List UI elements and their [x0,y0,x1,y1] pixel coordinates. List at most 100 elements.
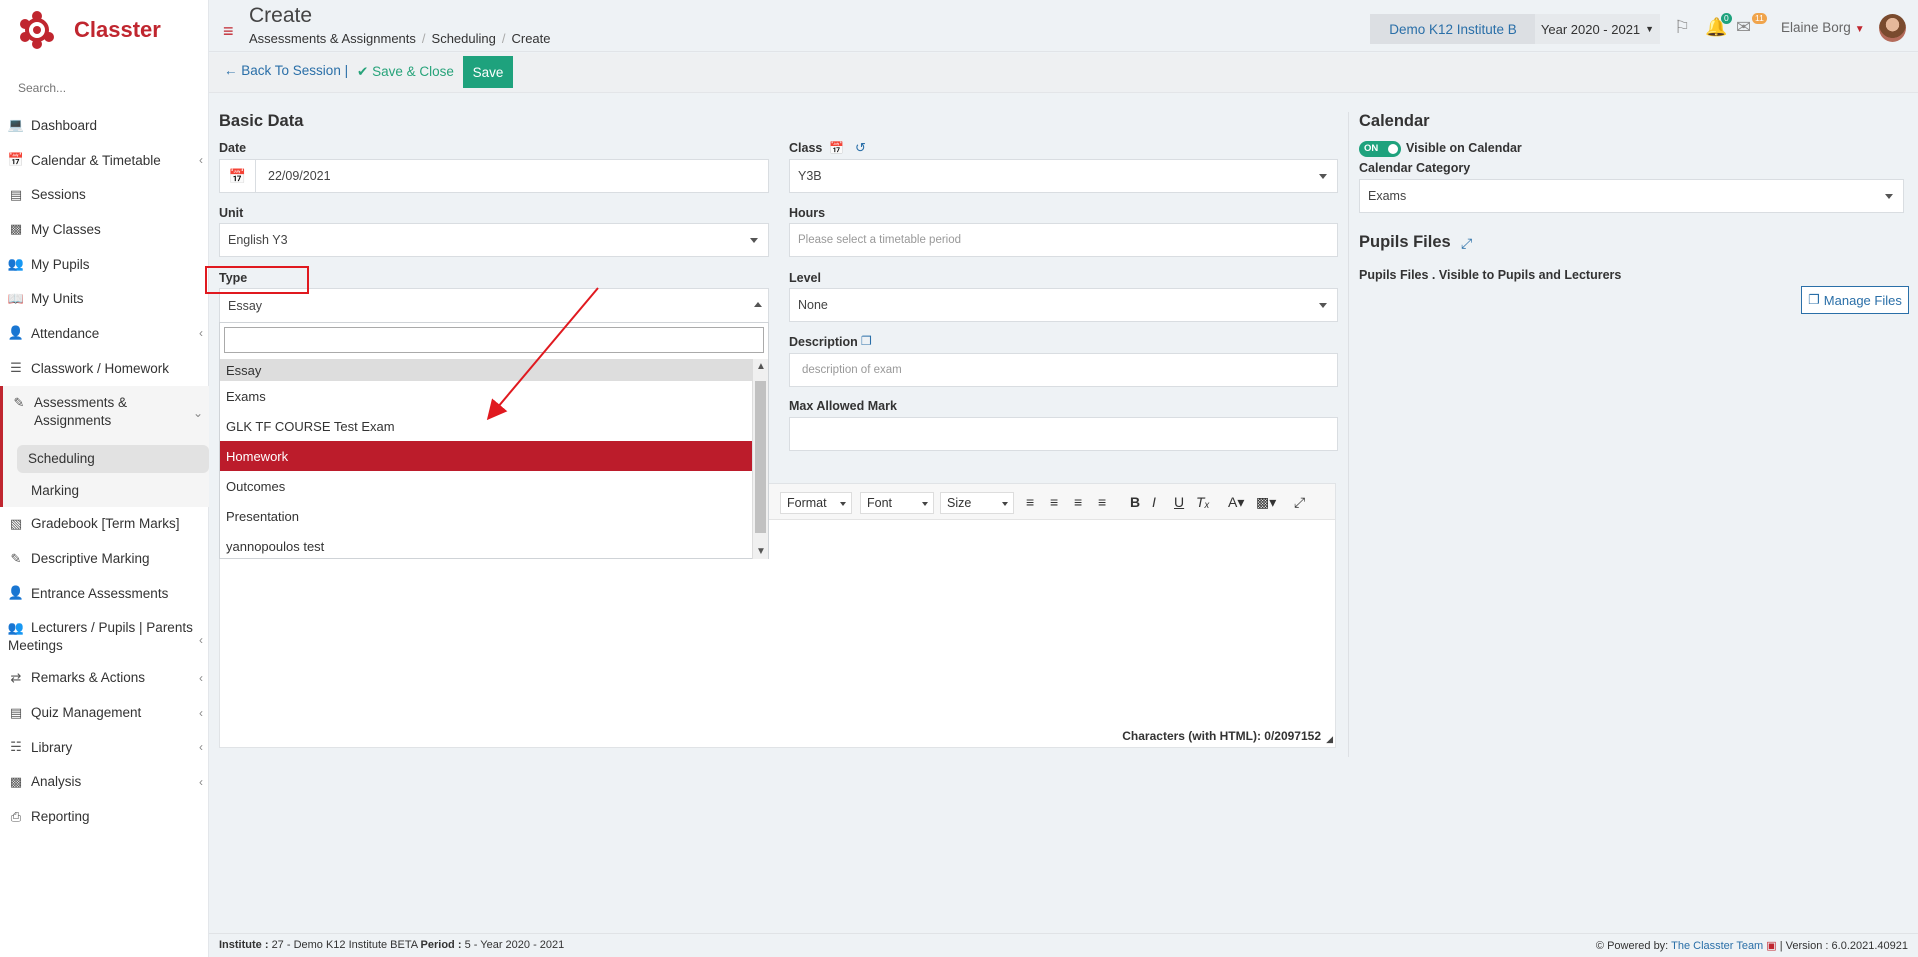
class-select[interactable]: Y3B [789,159,1338,193]
format-select[interactable]: Format [780,492,852,514]
sidebar-item-quiz-management[interactable]: ▤ Quiz Management ‹ [0,695,209,730]
sidebar-item-gradebook[interactable]: ▧ Gradebook [Term Marks] [0,507,209,542]
type-dropdown-search-input[interactable] [224,327,764,353]
sidebar-item-reporting[interactable]: ⎙ Reporting [0,799,209,834]
breadcrumb-item: Create [511,31,551,46]
chevron-down-icon [1885,194,1893,199]
calendar-icon[interactable]: 📅 [220,160,256,192]
underline-icon[interactable]: U [1174,494,1184,510]
envelope-icon[interactable]: ✉ [1736,17,1751,38]
footer-credits: © Powered by: The Classter Team ▣ | Vers… [1595,940,1908,952]
sidebar-item-library[interactable]: ☵ Library ‹ [0,730,209,765]
character-count: Characters (with HTML): 0/2097152 [1122,729,1321,743]
hours-select[interactable]: Please select a timetable period [789,223,1338,257]
align-justify-icon[interactable]: ≡ [1098,494,1106,510]
sidebar-item-attendance[interactable]: 👤 Attendance ‹ [0,316,209,351]
gradebook-icon: ▧ [9,515,23,531]
sidebar-subitem-marking[interactable]: Marking [0,473,209,507]
institute-selector[interactable]: Demo K12 Institute B [1370,14,1536,44]
gift-icon: ▣ [1766,940,1777,952]
footer-info: Institute : 27 - Demo K12 Institute BETA… [219,939,565,951]
type-option[interactable]: yannopoulos test [220,531,752,561]
save-close-button[interactable]: ✔ Save & Close [357,64,454,80]
chevron-left-icon: ‹ [199,632,203,647]
descriptive-icon: ✎ [10,550,22,566]
manage-files-button[interactable]: ❐ Manage Files [1801,286,1909,314]
background-color-icon[interactable]: ▩▾ [1256,494,1276,511]
flag-icon[interactable]: ⚐ [1674,17,1690,38]
date-field[interactable]: 📅 22/09/2021 [219,159,769,193]
copy-icon[interactable]: ❐ [861,334,872,348]
calendar-title: Calendar [1359,112,1430,130]
type-option[interactable]: Exams [220,381,752,411]
align-right-icon[interactable]: ≡ [1074,494,1082,510]
messages-badge: 11 [1752,13,1767,24]
sessions-icon: ▤ [9,186,23,202]
breadcrumb-item[interactable]: Scheduling [432,31,496,46]
sidebar-subitem-scheduling[interactable]: Scheduling [0,441,209,474]
sidebar-item-classwork-homework[interactable]: ☰ Classwork / Homework [0,351,209,386]
type-option[interactable]: Presentation [220,501,752,531]
description-input[interactable]: description of exam [789,353,1338,387]
check-icon: ✔ [357,64,369,79]
calendar-category-select[interactable]: Exams [1359,179,1904,213]
unit-select[interactable]: English Y3 [219,223,769,257]
level-select[interactable]: None [789,288,1338,322]
resize-handle-icon[interactable]: ◢ [1326,734,1333,745]
class-calendar-icon[interactable]: 📅 [829,141,844,155]
footer: Institute : 27 - Demo K12 Institute BETA… [209,933,1918,957]
sidebar-item-remarks-actions[interactable]: ⇄ Remarks & Actions ‹ [0,661,209,696]
align-left-icon[interactable]: ≡ [1026,494,1034,510]
maximize-icon[interactable]: ⤢ [1294,494,1305,511]
sidebar-item-sessions[interactable]: ▤ Sessions [0,177,209,212]
pupils-icon: 👥 [7,256,25,272]
pupils-files-title: Pupils Files [1359,233,1451,251]
sidebar-item-analysis[interactable]: ▩ Analysis ‹ [0,765,209,800]
scroll-up-icon[interactable]: ▲ [756,361,766,372]
back-to-session-link[interactable]: ← Back To Session | [224,63,348,78]
breadcrumb-item[interactable]: Assessments & Assignments [249,31,416,46]
remove-format-icon[interactable]: Tₓ [1196,494,1210,510]
size-select[interactable]: Size [940,492,1014,514]
type-option[interactable]: Outcomes [220,471,752,501]
sidebar-item-meetings[interactable]: 👥 Lecturers / Pupils | Parents Meetings … [0,611,209,661]
sidebar-item-my-units[interactable]: 📖 My Units [0,281,209,316]
action-toolbar: ← Back To Session | ✔ Save & Close Save [209,53,1918,93]
year-selector[interactable]: Year 2020 - 2021 ▼ [1535,14,1660,44]
list-icon: ☰ [10,360,22,376]
max-mark-input[interactable] [789,417,1338,451]
entrance-icon: 👤 [7,585,25,601]
scroll-down-icon[interactable]: ▼ [756,546,766,557]
level-label: Level [789,271,821,285]
chevron-down-icon [1319,174,1327,179]
type-dropdown-list: Essay Exams GLK TF COURSE Test Exam Home… [219,322,769,559]
hamburger-menu-icon[interactable]: ≡ [223,22,234,40]
scrollbar-thumb[interactable] [755,381,766,533]
sidebar-item-calendar-timetable[interactable]: 📅 Calendar & Timetable ‹ [0,143,209,178]
sidebar-item-descriptive-marking[interactable]: ✎ Descriptive Marking [0,541,209,576]
sidebar-item-dashboard[interactable]: 💻 Dashboard [0,108,209,143]
sidebar-item-assessments-assignments[interactable]: ✎ Assessments & Assignments ⌄ [0,385,209,442]
classter-team-link[interactable]: The Classter Team [1671,940,1763,952]
align-center-icon[interactable]: ≡ [1050,494,1058,510]
save-button[interactable]: Save [463,56,513,88]
user-menu[interactable]: Elaine Borg ▼ [1781,20,1865,35]
avatar[interactable] [1879,14,1906,42]
chevron-left-icon: ‹ [199,153,203,168]
history-icon[interactable]: ↺ [855,140,866,156]
type-option[interactable]: Essay [220,359,752,381]
sidebar-item-my-classes[interactable]: ▩ My Classes [0,212,209,247]
brand-logo[interactable]: Classter [18,10,161,50]
type-option[interactable]: GLK TF COURSE Test Exam [220,411,752,441]
expand-icon[interactable]: ⤢ [1461,235,1472,252]
dropdown-scrollbar[interactable]: ▲ ▼ [752,359,768,559]
sidebar-item-my-pupils[interactable]: 👥 My Pupils [0,247,209,282]
sidebar-search-input[interactable] [18,78,198,98]
visible-on-calendar-toggle[interactable]: ON [1359,141,1401,157]
type-option-highlighted[interactable]: Homework [220,441,752,471]
text-color-icon[interactable]: A▾ [1228,494,1244,511]
sidebar-item-entrance-assessments[interactable]: 👤 Entrance Assessments [0,576,209,611]
font-select[interactable]: Font [860,492,934,514]
bold-icon[interactable]: B [1130,494,1140,510]
italic-icon[interactable]: I [1152,494,1156,510]
